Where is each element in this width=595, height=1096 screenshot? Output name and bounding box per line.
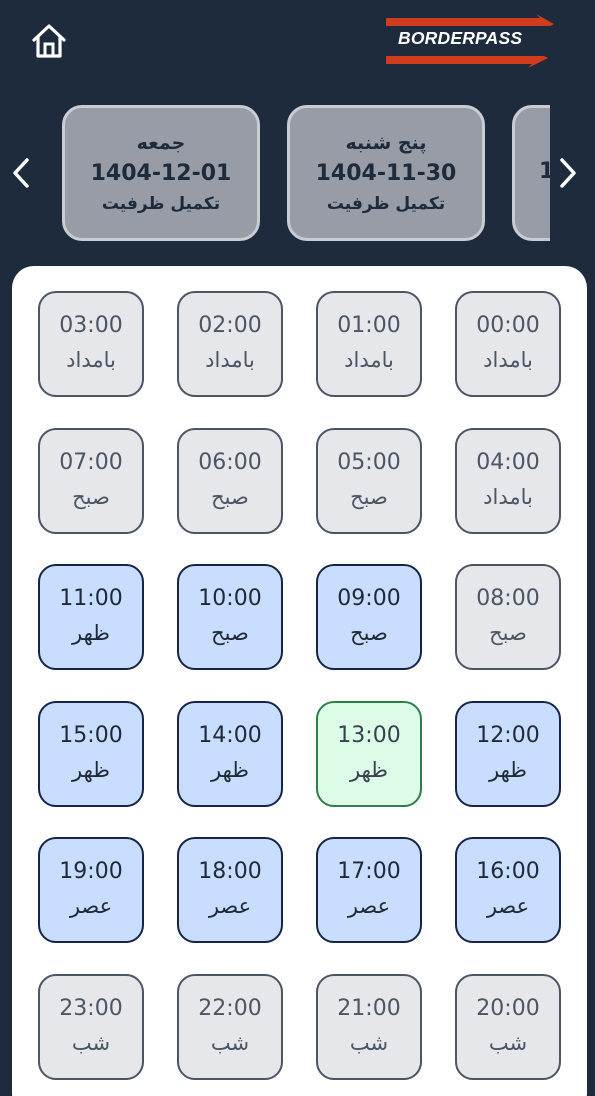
slot-time: 20:00 [476,996,540,1022]
slot-time: 19:00 [59,859,123,885]
time-slot-1700[interactable]: 17:00 عصر [316,837,422,943]
time-slot-0600[interactable]: 06:00 صبح [177,428,283,534]
time-slot-2200[interactable]: 22:00 شب [177,974,283,1080]
slot-time: 21:00 [337,996,401,1022]
slot-time: 23:00 [59,996,123,1022]
slot-time: 09:00 [337,586,401,612]
day-date: 1404-12-01 [90,160,232,186]
day-status: تکمیل ظرفیت [101,193,221,214]
time-slot-1600[interactable]: 16:00 عصر [455,837,561,943]
slot-period: صبح [211,485,249,510]
slot-period: ظهر [350,758,388,783]
time-slot-2300[interactable]: 23:00 شب [38,974,144,1080]
slot-period: عصر [486,894,530,919]
slot-time: 05:00 [337,450,401,476]
slot-time: 02:00 [198,313,262,339]
day-name: پنج شنبه [345,131,427,154]
slot-period: صبح [489,621,527,646]
time-slot-1300[interactable]: 13:00 ظهر [316,701,422,807]
day-card[interactable]: جمعه 1404-12-01 تکمیل ظرفیت [62,105,260,241]
time-slot-1900[interactable]: 19:00 عصر [38,837,144,943]
slot-time: 00:00 [476,313,540,339]
slot-time: 12:00 [476,723,540,749]
time-slot-0300[interactable]: 03:00 بامداد [38,291,144,397]
slot-period: شب [71,1031,111,1056]
time-slot-1000[interactable]: 10:00 صبح [177,564,283,670]
slot-period: صبح [350,621,388,646]
slot-period: عصر [208,894,252,919]
slot-period: صبح [350,485,388,510]
time-slot-0000[interactable]: 00:00 بامداد [455,291,561,397]
time-slot-1100[interactable]: 11:00 ظهر [38,564,144,670]
slot-period: بامداد [344,348,394,373]
time-slot-1400[interactable]: 14:00 ظهر [177,701,283,807]
slot-period: ظهر [72,621,110,646]
chevron-left-icon [13,158,29,188]
time-slot-0200[interactable]: 02:00 بامداد [177,291,283,397]
time-slot-0900[interactable]: 09:00 صبح [316,564,422,670]
slot-period: عصر [347,894,391,919]
slot-period: شب [349,1031,389,1056]
previous-day-button[interactable] [6,152,36,194]
slot-period: بامداد [205,348,255,373]
slot-time: 01:00 [337,313,401,339]
booking-page: BORDERPASS جمعه 1404-12-01 تکمیل ظرفیت پ… [0,0,595,1096]
brand-logo: BORDERPASS [382,12,564,68]
time-slot-1800[interactable]: 18:00 عصر [177,837,283,943]
day-carousel: جمعه 1404-12-01 تکمیل ظرفیت پنج شنبه 140… [40,103,550,243]
time-slot-0400[interactable]: 04:00 بامداد [455,428,561,534]
slot-time: 03:00 [59,313,123,339]
day-date: 1 [539,159,550,185]
slot-period: شب [210,1031,250,1056]
time-slot-2000[interactable]: 20:00 شب [455,974,561,1080]
logo-text: BORDERPASS [398,28,523,48]
time-slot-1500[interactable]: 15:00 ظهر [38,701,144,807]
next-day-button[interactable] [553,152,583,194]
time-slot-0700[interactable]: 07:00 صبح [38,428,144,534]
day-date: 1404-11-30 [315,160,457,186]
slot-period: بامداد [66,348,116,373]
slot-period: ظهر [489,758,527,783]
slot-time: 08:00 [476,586,540,612]
slot-time: 07:00 [59,450,123,476]
time-slot-0500[interactable]: 05:00 صبح [316,428,422,534]
slot-time: 18:00 [198,859,262,885]
chevron-right-icon [560,158,576,188]
day-card[interactable]: پنج شنبه 1404-11-30 تکمیل ظرفیت [287,105,485,241]
slot-time: 15:00 [59,723,123,749]
slot-period: بامداد [483,485,533,510]
slot-time: 17:00 [337,859,401,885]
slot-time: 16:00 [476,859,540,885]
slot-period: بامداد [483,348,533,373]
slot-time: 11:00 [59,586,123,612]
slot-period: ظهر [72,758,110,783]
day-card-partial[interactable]: 1 [512,105,550,241]
slot-period: صبح [211,621,249,646]
slot-period: صبح [72,485,110,510]
slot-period: ظهر [211,758,249,783]
home-button[interactable] [28,20,70,62]
time-slot-0100[interactable]: 01:00 بامداد [316,291,422,397]
slot-time: 14:00 [198,723,262,749]
slot-time: 06:00 [198,450,262,476]
slot-time: 04:00 [476,450,540,476]
home-icon [32,24,66,58]
slot-period: عصر [69,894,113,919]
time-slot-1200[interactable]: 12:00 ظهر [455,701,561,807]
slot-time: 10:00 [198,586,262,612]
time-slot-0800[interactable]: 08:00 صبح [455,564,561,670]
slot-time: 13:00 [337,723,401,749]
time-slot-panel: 03:00 بامداد 02:00 بامداد 01:00 بامداد 00:00 با… [12,266,587,1096]
slot-time: 22:00 [198,996,262,1022]
day-status: تکمیل ظرفیت [326,193,446,214]
time-slot-2100[interactable]: 21:00 شب [316,974,422,1080]
slot-period: شب [488,1031,528,1056]
day-name: جمعه [136,131,186,154]
